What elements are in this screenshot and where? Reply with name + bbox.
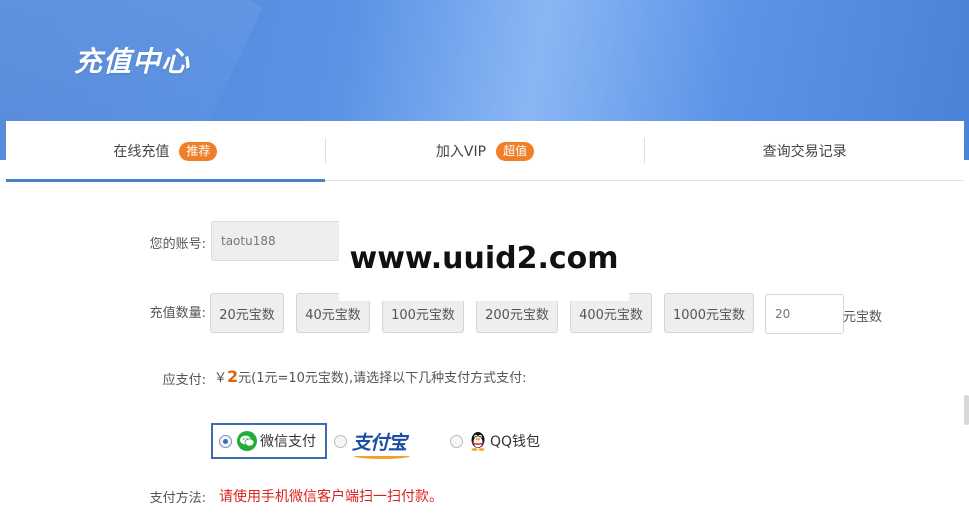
recharge-card: 在线充值 推荐 加入VIP 超值 查询交易记录 您的账号: taotu188 充… <box>6 121 964 523</box>
alipay-option[interactable]: 支付宝 <box>334 423 410 459</box>
pay-amount-line: ￥2元(1元=10元宝数),请选择以下几种支付方式支付: <box>214 367 527 386</box>
tab-label: 在线充值 <box>113 144 170 160</box>
pay-label: 应支付: <box>162 373 206 388</box>
pay-amount: 2 <box>227 367 239 386</box>
qq-wallet-option[interactable]: QQ钱包 <box>450 423 540 459</box>
tab-join-vip[interactable]: 加入VIP 超值 <box>326 121 645 181</box>
tab-label: 加入VIP <box>435 144 487 160</box>
tab-bar: 在线充值 推荐 加入VIP 超值 查询交易记录 <box>6 121 964 182</box>
account-label: 您的账号: <box>149 237 206 252</box>
account-value: taotu188 <box>221 234 276 248</box>
custom-amount-unit: 元宝数 <box>843 310 883 325</box>
tab-transaction-history[interactable]: 查询交易记录 <box>645 121 964 181</box>
amount-label: 充值数量: <box>149 306 206 321</box>
wechat-pay-option[interactable]: 微信支付 <box>211 423 327 459</box>
payment-notice: 请使用手机微信客户端扫一扫付款。 <box>219 489 443 505</box>
custom-amount-value: 20 <box>775 307 791 321</box>
qq-penguin-icon <box>471 432 485 451</box>
wechat-radio[interactable] <box>219 434 232 448</box>
wechat-icon <box>237 431 257 451</box>
tab-label: 查询交易记录 <box>762 144 847 160</box>
pay-suffix: 元(1元=10元宝数),请选择以下几种支付方式支付: <box>238 371 527 386</box>
method-label: 支付方法: <box>149 491 206 506</box>
alipay-logo: 支付宝 <box>352 428 410 459</box>
amount-option-20[interactable]: 20元宝数 <box>210 293 284 333</box>
value-badge: 超值 <box>496 141 535 161</box>
custom-amount-input[interactable]: 20 <box>765 294 844 334</box>
wechat-pay-label: 微信支付 <box>260 434 316 450</box>
qq-wallet-label: QQ钱包 <box>490 434 541 450</box>
page-title: 充值中心 <box>74 45 191 78</box>
alipay-radio[interactable] <box>334 434 347 448</box>
amount-option-1000[interactable]: 1000元宝数 <box>664 293 754 333</box>
watermark: www.uuid2.com <box>339 216 629 301</box>
scrollbar-handle[interactable] <box>964 395 969 425</box>
qq-wallet-radio[interactable] <box>450 434 463 448</box>
recommend-badge: 推荐 <box>179 141 218 161</box>
account-field[interactable]: taotu188 <box>211 221 346 261</box>
currency-symbol: ￥ <box>214 371 228 386</box>
tab-online-recharge[interactable]: 在线充值 推荐 <box>6 121 325 182</box>
